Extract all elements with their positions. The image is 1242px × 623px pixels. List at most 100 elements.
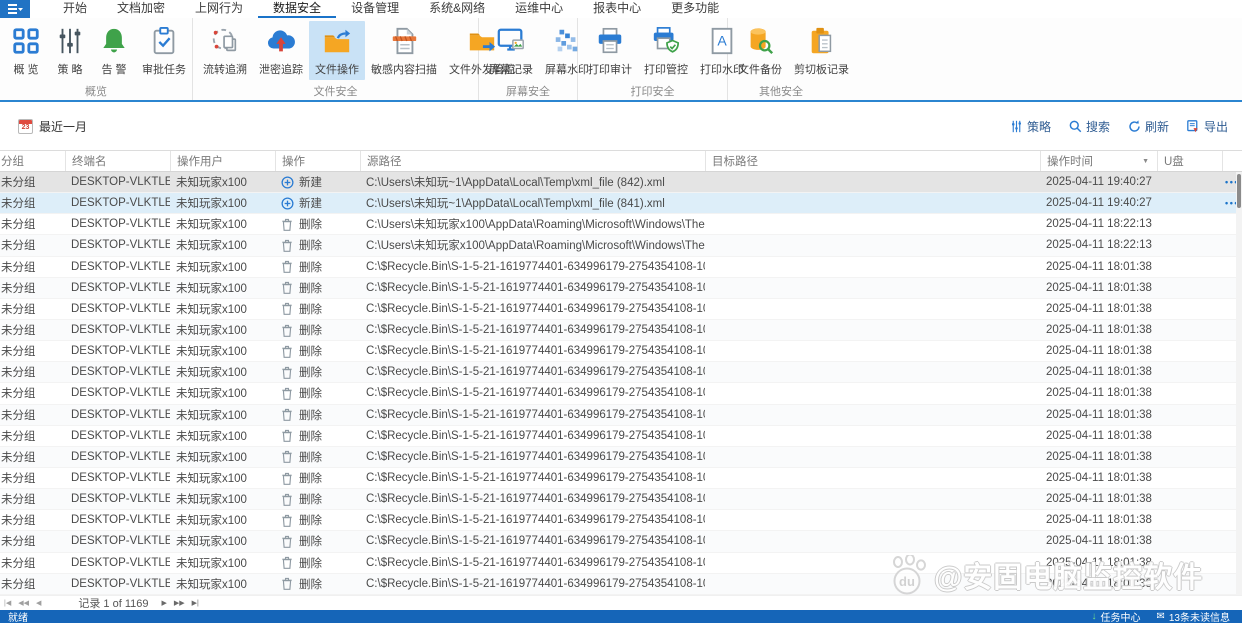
cell-group: 未分组 [1, 473, 36, 486]
file-backup-label: 文件备份 [738, 64, 782, 76]
table-row[interactable]: 未分组 DESKTOP-VLKTLE1 未知玩家x100 删除 C:\$Recy… [0, 573, 1242, 595]
table-row[interactable]: 未分组 DESKTOP-VLKTLE1 未知玩家x100 新建 C:\Users… [0, 193, 1242, 215]
cell-time: 2025-04-11 18:22:13 [1046, 239, 1152, 252]
cell-time: 2025-04-11 19:40:27 [1046, 176, 1152, 189]
tab-ops-center[interactable]: 运维中心 [500, 0, 578, 18]
cell-source-path: C:\$Recycle.Bin\S-1-5-21-1619774401-6349… [366, 260, 705, 273]
screen-record-button[interactable]: 屏幕记录 [483, 21, 539, 80]
cell-terminal: DESKTOP-VLKTLE1 [71, 324, 170, 337]
print-audit-label: 打印审计 [588, 64, 632, 76]
operation-label: 删除 [299, 430, 322, 443]
cell-time: 2025-04-11 18:01:38 [1046, 577, 1152, 590]
svg-text:A: A [717, 33, 727, 49]
last-page-button[interactable]: ▶| [192, 599, 199, 607]
fast-prev-button[interactable]: ◀◀ [18, 599, 29, 607]
table-row[interactable]: 未分组 DESKTOP-VLKTLE1 未知玩家x100 删除 C:\$Recy… [0, 510, 1242, 532]
table-row[interactable]: 未分组 DESKTOP-VLKTLE1 未知玩家x100 删除 C:\$Recy… [0, 404, 1242, 426]
refresh-button[interactable]: 刷新 [1128, 118, 1169, 135]
table-row[interactable]: 未分组 DESKTOP-VLKTLE1 未知玩家x100 删除 C:\$Recy… [0, 489, 1242, 511]
tab-system-network[interactable]: 系统&网络 [414, 0, 500, 18]
sort-dropdown-icon[interactable]: ▼ [1142, 158, 1149, 165]
search-button[interactable]: 搜索 [1069, 118, 1110, 135]
cell-source-path: C:\$Recycle.Bin\S-1-5-21-1619774401-6349… [366, 472, 705, 485]
task-center-button[interactable]: ↓ 任务中心 [1091, 609, 1140, 623]
operation-label: 删除 [299, 494, 322, 507]
cell-operation: 删除 [275, 576, 360, 592]
column-header-target-path[interactable]: 目标路径 [705, 151, 1040, 171]
file-operations-button[interactable]: 文件操作 [309, 21, 365, 80]
column-header-time[interactable]: 操作时间 ▼ [1040, 151, 1157, 171]
prev-page-button[interactable]: ◀ [36, 599, 41, 607]
table-row[interactable]: 未分组 DESKTOP-VLKTLE1 未知玩家x100 新建 C:\Users… [0, 172, 1242, 194]
table-row[interactable]: 未分组 DESKTOP-VLKTLE1 未知玩家x100 删除 C:\$Recy… [0, 446, 1242, 468]
cell-user: 未知玩家x100 [176, 388, 247, 401]
file-operations-label: 文件操作 [315, 64, 359, 76]
ribbon-group-label-print-security: 打印安全 [630, 86, 675, 98]
tab-doc-encrypt[interactable]: 文档加密 [102, 0, 180, 18]
ribbon-group-label-overview: 概览 [85, 86, 107, 98]
column-header-user[interactable]: 操作用户 [170, 151, 275, 171]
tab-start[interactable]: 开始 [48, 0, 102, 18]
overview-label: 概 览 [13, 64, 39, 76]
next-page-button[interactable]: ▶ [162, 599, 167, 607]
cell-user: 未知玩家x100 [176, 557, 247, 570]
overview-button[interactable]: 概 览 [4, 21, 48, 80]
cell-operation: 删除 [275, 555, 360, 571]
table-row[interactable]: 未分组 DESKTOP-VLKTLE1 未知玩家x100 删除 C:\$Recy… [0, 467, 1242, 490]
policy-action-button[interactable]: 策略 [1010, 118, 1051, 135]
tab-web-behavior[interactable]: 上网行为 [180, 0, 258, 18]
alert-button[interactable]: 告 警 [92, 21, 136, 80]
alert-label: 告 警 [101, 64, 127, 76]
table-row[interactable]: 未分组 DESKTOP-VLKTLE1 未知玩家x100 删除 C:\$Recy… [0, 319, 1242, 342]
approval-tasks-button[interactable]: 审批任务 [136, 21, 192, 80]
column-header-group[interactable]: 分组 [0, 151, 65, 171]
cell-user: 未知玩家x100 [176, 219, 247, 232]
table-row[interactable]: 未分组 DESKTOP-VLKTLE1 未知玩家x100 删除 C:\$Recy… [0, 383, 1242, 405]
cell-group: 未分组 [1, 177, 36, 190]
cell-source-path: C:\Users\未知玩家x100\AppData\Roaming\Micros… [366, 240, 705, 253]
print-audit-button[interactable]: 打印审计 [582, 21, 638, 80]
fast-next-button[interactable]: ▶▶ [174, 599, 185, 607]
column-header-usb[interactable]: U盘 [1157, 151, 1222, 171]
file-backup-button[interactable]: 文件备份 [732, 21, 788, 80]
ribbon-group-other-security: 文件备份 剪切板记录 其他安全 [728, 18, 849, 100]
print-control-button[interactable]: 打印管控 [638, 21, 694, 80]
column-header-source-path[interactable]: 源路径 [360, 151, 705, 171]
app-menu-button[interactable] [0, 0, 30, 18]
policy-button[interactable]: 策 略 [48, 21, 92, 80]
column-header-operation[interactable]: 操作 [275, 151, 360, 171]
table-row[interactable]: 未分组 DESKTOP-VLKTLE1 未知玩家x100 删除 C:\$Recy… [0, 256, 1242, 278]
app-window: 开始 文档加密 上网行为 数据安全 设备管理 系统&网络 运维中心 报表中心 更… [0, 0, 1242, 623]
table-row[interactable]: 未分组 DESKTOP-VLKTLE1 未知玩家x100 删除 C:\$Recy… [0, 341, 1242, 363]
clipboard-record-icon [806, 25, 838, 57]
cell-group: 未分组 [1, 515, 36, 528]
vertical-scrollbar[interactable] [1236, 172, 1242, 595]
sensitive-scan-button[interactable]: 敏感内容扫描 [365, 21, 443, 80]
flow-trace-button[interactable]: 流转追溯 [197, 21, 253, 80]
table-row[interactable]: 未分组 DESKTOP-VLKTLE1 未知玩家x100 删除 C:\$Recy… [0, 298, 1242, 320]
table-row[interactable]: 未分组 DESKTOP-VLKTLE1 未知玩家x100 删除 C:\Users… [0, 235, 1242, 257]
table-row[interactable]: 未分组 DESKTOP-VLKTLE1 未知玩家x100 删除 C:\$Recy… [0, 425, 1242, 447]
tab-report-center[interactable]: 报表中心 [578, 0, 656, 18]
export-button[interactable]: 导出 [1187, 118, 1228, 135]
cell-time: 2025-04-11 18:01:38 [1046, 429, 1152, 442]
operation-label: 删除 [299, 303, 322, 316]
tab-device-mgmt[interactable]: 设备管理 [336, 0, 414, 18]
table-row[interactable]: 未分组 DESKTOP-VLKTLE1 未知玩家x100 删除 C:\Users… [0, 214, 1242, 236]
column-header-terminal[interactable]: 终端名 [65, 151, 170, 171]
table-row[interactable]: 未分组 DESKTOP-VLKTLE1 未知玩家x100 删除 C:\$Recy… [0, 531, 1242, 553]
cell-operation: 删除 [275, 280, 360, 296]
export-icon [1187, 119, 1198, 132]
scrollbar-thumb[interactable] [1237, 174, 1241, 208]
unread-messages-button[interactable]: ✉ 13条未读信息 [1156, 609, 1230, 623]
date-range-filter[interactable]: 23 最近一月 [18, 118, 87, 135]
create-icon [281, 176, 294, 189]
first-page-button[interactable]: |◀ [4, 599, 11, 607]
table-row[interactable]: 未分组 DESKTOP-VLKTLE1 未知玩家x100 删除 C:\$Recy… [0, 362, 1242, 384]
table-row[interactable]: 未分组 DESKTOP-VLKTLE1 未知玩家x100 删除 C:\$Recy… [0, 552, 1242, 574]
tab-more-features[interactable]: 更多功能 [656, 0, 734, 18]
leak-track-button[interactable]: 泄密追踪 [253, 21, 309, 80]
table-row[interactable]: 未分组 DESKTOP-VLKTLE1 未知玩家x100 删除 C:\$Recy… [0, 277, 1242, 299]
tab-data-security[interactable]: 数据安全 [258, 0, 337, 18]
policy-sliders-icon [54, 25, 86, 57]
